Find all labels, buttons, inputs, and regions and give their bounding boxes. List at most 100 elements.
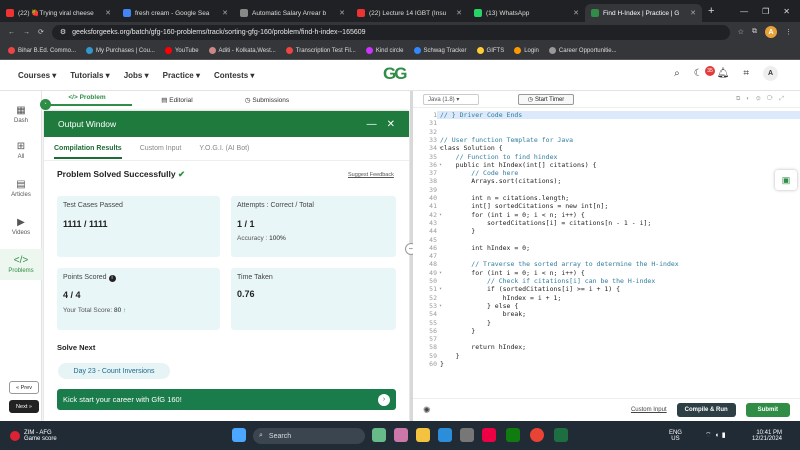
bookmark-item[interactable]: Career Opportunitie...: [548, 47, 617, 54]
notification-bell-icon[interactable]: 🔔︎: [717, 68, 730, 79]
bookmark-icon: [413, 47, 421, 54]
promo-banner[interactable]: Kick start your career with GfG 160! ›: [57, 389, 396, 410]
code-line: }: [440, 351, 460, 360]
windows-start-icon[interactable]: [232, 428, 246, 442]
store-icon[interactable]: [460, 428, 474, 442]
chevron-right-icon[interactable]: ›: [378, 393, 390, 406]
translate-icon[interactable]: ⌗: [743, 68, 749, 79]
clock[interactable]: 10:41 PM 12/21/2024: [752, 430, 782, 442]
bookmark-item[interactable]: YouTube: [164, 47, 199, 54]
bookmark-item[interactable]: GIFTS: [476, 47, 505, 54]
tab-editorial[interactable]: ▤ Editorial: [132, 96, 222, 104]
bookmark-item[interactable]: Login: [514, 47, 539, 54]
star-icon[interactable]: ☆: [738, 28, 744, 36]
weather-widget[interactable]: ZIM - AFG Game score: [10, 430, 57, 442]
bookmark-icon: [365, 47, 373, 54]
bookmark-item[interactable]: My Purchases | Cou...: [86, 47, 155, 54]
suggest-feedback-link[interactable]: Suggest Feedback: [348, 172, 394, 178]
copilot-icon[interactable]: [372, 428, 386, 442]
next-problem-chip[interactable]: Day 23 - Count Inversions: [58, 363, 170, 379]
taskbar-search[interactable]: ⌕ Search: [253, 428, 365, 444]
tab-problem[interactable]: </> Problem: [42, 94, 132, 106]
editor-tools-icons[interactable]: ⧉◐⚙⟳⤢: [736, 96, 790, 103]
prev-button[interactable]: « Prev: [9, 381, 39, 394]
nav-practice[interactable]: Practice ▾: [163, 71, 200, 80]
bulb-icon[interactable]: ✺: [423, 405, 431, 416]
submit-button[interactable]: Submit: [745, 403, 790, 417]
close-tab-icon[interactable]: ✕: [339, 9, 345, 17]
user-avatar[interactable]: A: [763, 66, 778, 81]
line-number: 56: [429, 326, 437, 335]
minimize-panel-icon[interactable]: —: [367, 119, 377, 130]
excel-icon[interactable]: [554, 428, 568, 442]
bookmark-item[interactable]: Kind circle: [365, 47, 404, 54]
close-tab-icon[interactable]: ✕: [456, 9, 462, 17]
rail-dash[interactable]: ▦ Dash: [0, 105, 42, 124]
info-icon[interactable]: i: [108, 275, 116, 282]
attempts-label: Attempts : Correct / Total: [237, 202, 314, 209]
browser-tab[interactable]: Automatic Salary Arrear b ✕: [234, 4, 351, 22]
site-info-icon[interactable]: ⚙: [60, 28, 66, 36]
custom-input-link[interactable]: Custom Input: [631, 407, 667, 413]
tab-submissions[interactable]: ◷ Submissions: [222, 96, 312, 104]
media-icon[interactable]: [482, 428, 496, 442]
code-line: // Traverse the sorted array to determin…: [440, 260, 679, 269]
extensions-icon[interactable]: ⧉: [752, 28, 757, 36]
nav-courses[interactable]: Courses ▾: [18, 71, 56, 80]
rail-problems[interactable]: </> Problems: [0, 249, 42, 280]
tab-yogi[interactable]: Y.O.G.I. (AI Bot): [199, 145, 249, 152]
tab-title: Find H-Index | Practice | G: [603, 9, 680, 17]
close-panel-icon[interactable]: ✕: [387, 119, 395, 130]
reload-icon[interactable]: ⟳: [38, 28, 44, 36]
start-timer-button[interactable]: ◷ Start Timer: [518, 94, 574, 105]
close-icon[interactable]: ✕: [783, 7, 790, 16]
tab-custom-input[interactable]: Custom Input: [140, 145, 182, 152]
new-tab-button[interactable]: +: [708, 5, 714, 17]
browser-tab[interactable]: (22) 🍓Trying viral cheese ✕: [0, 4, 117, 22]
menu-icon[interactable]: ⋮: [785, 28, 792, 36]
bookmark-item[interactable]: Schwag Tracker: [413, 47, 467, 54]
close-tab-icon[interactable]: ✕: [105, 9, 111, 17]
code-line: // } Driver Code Ends: [440, 111, 523, 119]
nav-tutorials[interactable]: Tutorials ▾: [70, 71, 109, 80]
tab-compilation-results[interactable]: Compilation Results: [54, 145, 122, 159]
nav-contests[interactable]: Contests ▾: [214, 71, 254, 80]
theme-toggle-icon[interactable]: ☾: [694, 68, 703, 79]
bookmark-label: My Purchases | Cou...: [96, 47, 155, 54]
file-explorer-icon[interactable]: [416, 428, 430, 442]
tray-icons[interactable]: ⌔◖▮: [705, 431, 729, 440]
back-icon[interactable]: ←: [8, 29, 15, 36]
bookmark-item[interactable]: Bihar B.Ed. Commo...: [8, 47, 76, 54]
browser-tab[interactable]: Find H-Index | Practice | G ✕: [585, 4, 702, 22]
chrome-icon[interactable]: [530, 428, 544, 442]
language-indicator[interactable]: ENG US: [669, 430, 682, 442]
minimize-icon[interactable]: —: [740, 7, 748, 16]
bookmark-item[interactable]: Transcription Test Fil...: [285, 47, 356, 54]
browser-tab[interactable]: (22) Lecture 14 IGBT (Insu ✕: [351, 4, 468, 22]
profile-avatar[interactable]: A: [765, 26, 777, 38]
bookmark-item[interactable]: Aditi - Kolkata,West...: [208, 47, 276, 54]
close-tab-icon[interactable]: ✕: [573, 9, 579, 17]
forward-icon[interactable]: →: [23, 29, 30, 36]
maximize-icon[interactable]: ❐: [762, 7, 769, 16]
bookmark-label: GIFTS: [486, 47, 505, 54]
code-editor[interactable]: 1// } Driver Code Ends 31 32 33// User func…: [413, 108, 800, 398]
close-tab-icon[interactable]: ✕: [222, 9, 228, 17]
search-icon[interactable]: ⌕: [674, 68, 680, 79]
app-icon[interactable]: [394, 428, 408, 442]
chat-icon[interactable]: ▣: [775, 170, 797, 190]
language-select[interactable]: Java (1.8) ▾: [423, 93, 479, 105]
xbox-icon[interactable]: [506, 428, 520, 442]
gfg-logo[interactable]: GG: [383, 64, 407, 84]
next-button[interactable]: Next »: [9, 400, 39, 413]
rail-articles[interactable]: ▤ Articles: [0, 179, 42, 198]
url-field[interactable]: ⚙ geeksforgeeks.org/batch/gfg-160-proble…: [51, 24, 730, 40]
rail-videos[interactable]: ▶ Videos: [0, 217, 42, 236]
edge-icon[interactable]: [438, 428, 452, 442]
nav-jobs[interactable]: Jobs ▾: [124, 71, 149, 80]
compile-run-button[interactable]: Compile & Run: [676, 403, 736, 417]
browser-tab[interactable]: fresh cream - Google Sea ✕: [117, 4, 234, 22]
close-tab-icon[interactable]: ✕: [690, 9, 696, 17]
browser-tab[interactable]: (13) WhatsApp ✕: [468, 4, 585, 22]
rail-all[interactable]: ⊞ All: [0, 141, 42, 160]
